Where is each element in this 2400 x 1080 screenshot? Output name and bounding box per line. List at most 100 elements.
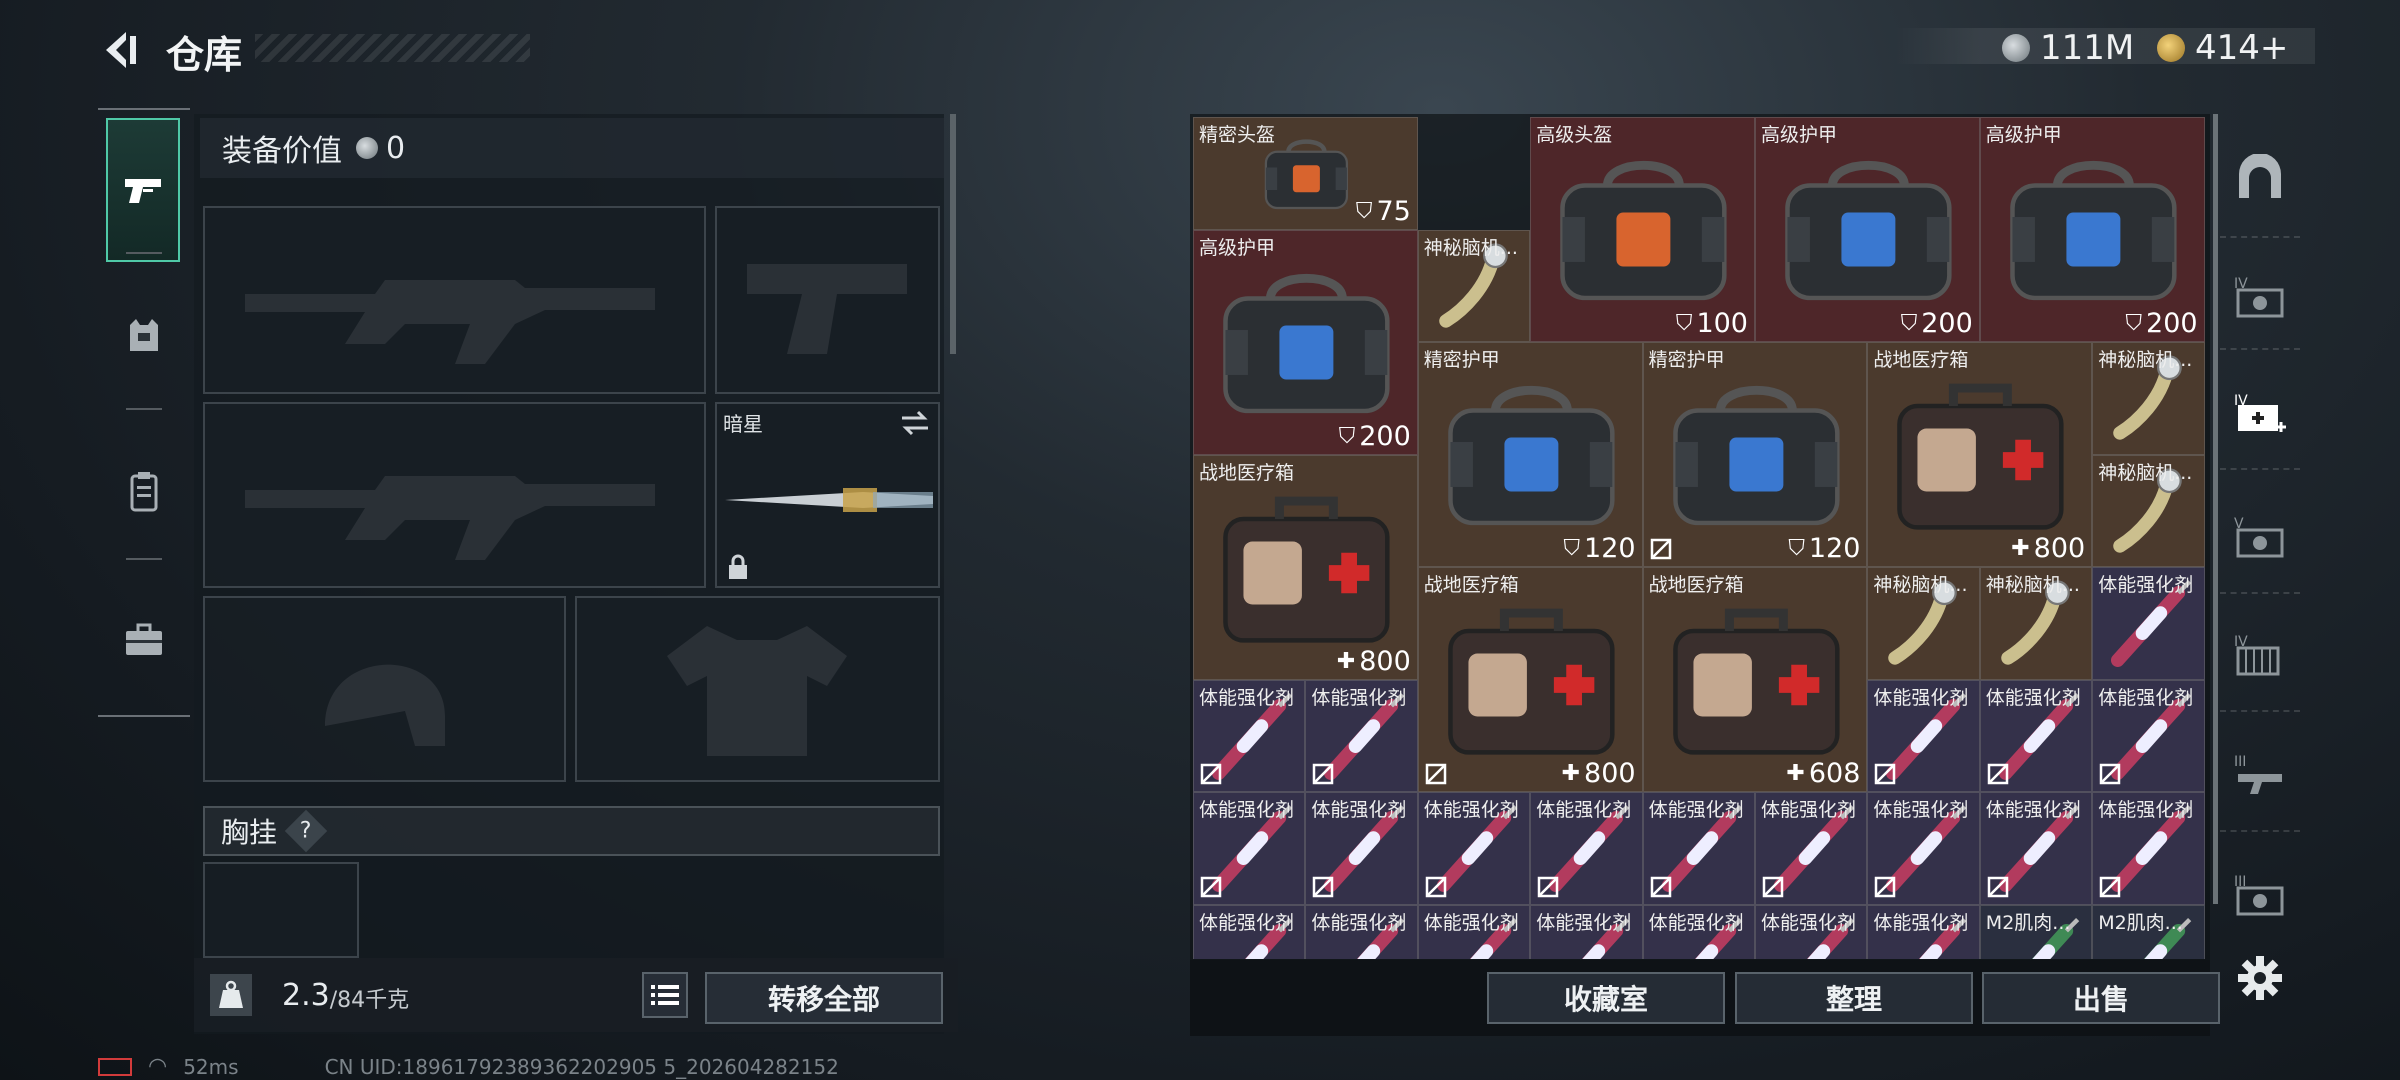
tier5-tab[interactable]: V	[2232, 508, 2288, 564]
sell-button[interactable]: 出售	[1982, 972, 2220, 1024]
inventory-item[interactable]: 体能强化剂	[1305, 792, 1418, 905]
inventory-item[interactable]: 战地医疗箱 ✚ 608	[1642, 567, 1868, 792]
tab-backpack[interactable]	[98, 570, 190, 710]
no-extract-icon	[1762, 876, 1784, 897]
item-value: ⛉ 200	[1900, 308, 1973, 339]
tab-armor[interactable]	[98, 266, 190, 406]
pistol-silhouette-icon	[747, 264, 907, 354]
inventory-item[interactable]: 神秘脑机...	[1979, 567, 2093, 680]
inventory-item[interactable]: 体能强化剂	[1642, 904, 1755, 959]
inventory-item[interactable]: 战地医疗箱 ✚ 800	[1867, 342, 2093, 567]
inventory-grid: 精密头盔 ⛉ 75 高级头盔 ⛉ 100 高级护甲 ⛉ 200 高级护甲 ⛉ 200 高级护甲 ⛉ 200 神…	[1193, 117, 2205, 959]
inventory-item[interactable]: 体能强化剂	[2092, 792, 2205, 905]
storage-arch-tab[interactable]	[2232, 150, 2288, 206]
item-name: 体能强化剂	[1199, 911, 1295, 934]
inventory-item[interactable]: 高级护甲 ⛉ 200	[1979, 117, 2205, 342]
gold-coin-icon	[2157, 34, 2185, 62]
inventory-item[interactable]: 体能强化剂	[1755, 904, 1868, 959]
inventory-item[interactable]: M2肌肉...	[2092, 904, 2205, 959]
inventory-item[interactable]: 体能强化剂	[1755, 792, 1868, 905]
tab-chest-rig[interactable]	[98, 422, 190, 562]
arch-icon	[2239, 154, 2281, 198]
inventory-item[interactable]: 精密护甲 ⛉ 120	[1642, 342, 1868, 567]
item-name: 体能强化剂	[1199, 686, 1295, 709]
knife-icon	[725, 488, 933, 512]
no-extract-icon	[1987, 763, 2009, 785]
tab-weapons[interactable]	[106, 118, 180, 262]
medical-box-icon: IV	[2234, 393, 2286, 432]
tier4-camera-tab[interactable]: IV	[2232, 268, 2288, 324]
item-name: 体能强化剂	[1985, 686, 2081, 709]
item-name: 战地医疗箱	[1423, 574, 1519, 596]
inventory-item[interactable]: 体能强化剂	[1305, 904, 1418, 959]
no-extract-icon	[1313, 876, 1334, 897]
inventory-item[interactable]: 体能强化剂	[1867, 679, 1980, 792]
helmet-slot[interactable]	[203, 596, 566, 782]
inventory-item[interactable]: 高级头盔 ⛉ 100	[1530, 117, 1755, 342]
item-name: 体能强化剂	[1311, 799, 1407, 821]
lock-icon	[729, 554, 747, 579]
item-name: 神秘脑机...	[1423, 236, 1518, 259]
inventory-item[interactable]: 体能强化剂	[1867, 792, 1980, 905]
inventory-item[interactable]: 体能强化剂	[1530, 904, 1643, 959]
inventory-item[interactable]: 体能强化剂	[1417, 904, 1531, 959]
inventory-item[interactable]: 神秘脑机...	[1867, 567, 1980, 680]
container-tier-icon: IV	[2234, 276, 2284, 318]
list-view-button[interactable]	[642, 972, 688, 1018]
shield-icon: ⛉	[1675, 311, 1693, 336]
inventory-item[interactable]: 体能强化剂	[2092, 567, 2205, 680]
back-button[interactable]	[96, 26, 144, 74]
inventory-item[interactable]: 战地医疗箱 ✚ 800	[1417, 567, 1643, 792]
tier4-storage-tab[interactable]: IV	[2232, 626, 2288, 682]
item-value: ⛉ 120	[1563, 533, 1636, 564]
inventory-item[interactable]: 神秘脑机...	[1417, 229, 1531, 342]
body-armor-slot[interactable]	[575, 596, 940, 782]
inventory-item[interactable]: 神秘脑机...	[2092, 342, 2205, 455]
shield-icon: ⛉	[1355, 198, 1373, 224]
inventory-item[interactable]: 体能强化剂	[1193, 904, 1306, 959]
chest-rig-slot[interactable]	[203, 862, 359, 958]
currency-2[interactable]: 414+	[2157, 28, 2288, 68]
tier3-camera-tab[interactable]: III	[2232, 866, 2288, 922]
melee-slot[interactable]: 暗星	[715, 402, 940, 588]
organize-button[interactable]: 整理	[1735, 972, 1973, 1024]
battery-icon	[98, 1057, 132, 1076]
inventory-item[interactable]: 神秘脑机...	[2092, 454, 2205, 567]
item-name: 神秘脑机...	[2098, 461, 2193, 484]
inventory-item[interactable]: M2肌肉...	[1979, 904, 2093, 959]
inventory-item[interactable]: 体能强化剂	[1642, 792, 1755, 905]
primary-weapon-slot[interactable]	[203, 206, 706, 394]
item-name: 体能强化剂	[1311, 911, 1407, 934]
no-extract-icon	[1200, 876, 1222, 897]
inventory-item[interactable]: 高级护甲 ⛉ 200	[1755, 117, 1980, 342]
no-extract-icon	[1537, 876, 1559, 897]
item-name: 高级护甲	[1199, 236, 1276, 259]
inventory-item[interactable]: 精密头盔 ⛉ 75	[1193, 117, 1418, 230]
secondary-weapon-slot[interactable]	[203, 402, 706, 588]
inventory-item[interactable]: 体能强化剂	[1193, 679, 1306, 792]
no-extract-icon	[1650, 876, 1671, 897]
inventory-item[interactable]: 体能强化剂	[1867, 904, 1980, 959]
tier4-medical-tab[interactable]: IV	[2232, 385, 2288, 441]
inventory-item[interactable]: 高级护甲 ⛉ 200	[1193, 229, 1418, 455]
swap-icon[interactable]	[900, 410, 930, 436]
inventory-item[interactable]: 体能强化剂	[2092, 679, 2205, 792]
equipment-scrollbar[interactable]	[950, 114, 956, 354]
help-icon[interactable]: ?	[284, 809, 328, 853]
sidearm-slot[interactable]	[715, 206, 940, 394]
inventory-item[interactable]: 战地医疗箱 ✚ 800	[1193, 454, 1418, 680]
transfer-all-button[interactable]: 转移全部	[705, 972, 943, 1024]
inventory-scrollbar[interactable]	[2213, 114, 2218, 904]
inventory-item[interactable]: 体能强化剂	[1417, 792, 1531, 905]
collection-room-button[interactable]: 收藏室	[1487, 972, 1725, 1024]
inventory-item[interactable]: 体能强化剂	[1193, 792, 1306, 905]
equipment-value-label: 装备价值	[222, 134, 342, 169]
inventory-item[interactable]: 体能强化剂	[1979, 792, 2093, 905]
inventory-item[interactable]: 精密护甲 ⛉ 120	[1417, 342, 1643, 567]
inventory-item[interactable]: 体能强化剂	[1979, 679, 2093, 792]
tier3-gun-tab[interactable]: III	[2232, 746, 2288, 802]
inventory-item[interactable]: 体能强化剂	[1305, 679, 1418, 792]
settings-button[interactable]	[2232, 950, 2288, 1006]
item-name: 神秘脑机...	[1873, 574, 1968, 596]
inventory-item[interactable]: 体能强化剂	[1530, 792, 1643, 905]
